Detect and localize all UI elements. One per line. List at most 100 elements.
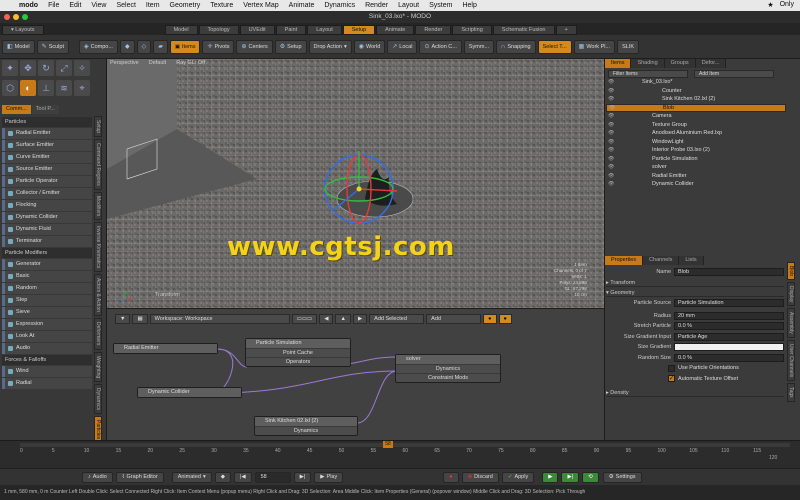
tab-model[interactable]: Model [164, 24, 198, 35]
item-list-row[interactable]: 👁 Camera [606, 112, 788, 121]
timeline[interactable]: 58 [0, 440, 800, 468]
vertical-tab[interactable]: Setup [94, 116, 102, 138]
node-port[interactable]: Point Cache [246, 348, 350, 357]
3d-viewport[interactable] [107, 59, 604, 308]
local-button[interactable]: ↗ Local [387, 39, 418, 54]
tab-paint[interactable]: Paint [275, 24, 307, 35]
menu-render[interactable]: Render [360, 2, 393, 9]
menu-animate[interactable]: Animate [284, 2, 320, 9]
gradient-input-dropdown[interactable]: Particle Age [674, 332, 784, 341]
item-list-row[interactable]: 👁 WindowLight [606, 138, 788, 147]
menu-select[interactable]: Select [111, 2, 140, 9]
transform-tool-icon[interactable]: ✧ [74, 60, 90, 76]
toolbox-item[interactable]: Collector / Emitter [2, 188, 92, 199]
node-particle-simulation[interactable]: Particle Simulation Point Cache Operator… [245, 338, 351, 367]
graph-editor-button[interactable]: ⌇ Graph Editor [115, 471, 164, 483]
toolbox-item[interactable]: Terminator [2, 236, 92, 247]
item-list-row[interactable]: 👁 Blob [606, 103, 786, 112]
setup-button[interactable]: ⚙ Setup [274, 39, 307, 54]
item-list-row[interactable]: 👁 solver [606, 163, 788, 172]
scale-tool-icon[interactable]: ⤢ [56, 60, 72, 76]
tab-layout[interactable]: Layout [307, 24, 342, 35]
layout-toggle[interactable]: ▭▭▭ [291, 313, 318, 324]
animated-dropdown[interactable]: Animated ▾ [171, 471, 212, 483]
action-center-button[interactable]: ⊙ Action C... [419, 39, 462, 54]
visibility-eye-icon[interactable]: 👁 [608, 78, 614, 87]
work-plane-button[interactable]: ▦ Work Pl... [573, 39, 616, 54]
toolbox-item[interactable]: Surface Emitter [2, 140, 92, 151]
visibility-eye-icon[interactable]: 👁 [608, 163, 614, 172]
name-field[interactable]: Blob [674, 268, 784, 276]
menu-view[interactable]: View [86, 2, 111, 9]
radius-field[interactable]: 20 mm [674, 311, 784, 320]
menu-dynamics[interactable]: Dynamics [319, 2, 360, 9]
toolbox-item[interactable]: Radial Emitter [2, 128, 92, 139]
record-button[interactable]: ● [443, 471, 459, 483]
workspace-dropdown[interactable]: Workspace: Workspace [149, 313, 290, 324]
stretch-field[interactable]: 0.0 % [674, 322, 784, 330]
vertical-tab[interactable]: Deformers [94, 318, 102, 350]
node-port[interactable]: Dynamics [396, 364, 500, 373]
visibility-eye-icon[interactable]: 👁 [608, 87, 614, 96]
group-transform[interactable]: ▸ Transform [606, 279, 784, 287]
sim-play-button[interactable]: ▶ [542, 471, 559, 483]
select-through-button[interactable]: Select T... [537, 39, 572, 54]
toolbox-section-header[interactable]: Forces & Falloffs [2, 355, 92, 365]
tab-items[interactable]: Items [605, 59, 632, 68]
model-mode-button[interactable]: ◧ Model [2, 39, 35, 54]
frame-field[interactable]: 58 [254, 471, 291, 483]
toolbox-item[interactable]: Particle Operator [2, 176, 92, 187]
visibility-eye-icon[interactable]: 👁 [608, 95, 614, 104]
menu-system[interactable]: System [424, 2, 457, 9]
view-type-dropdown[interactable]: Perspective [110, 60, 139, 68]
vertical-tab[interactable]: Actors & Action [94, 274, 102, 317]
world-button[interactable]: ◉ World [353, 39, 386, 54]
sim-reset-button[interactable]: ⟲ [582, 471, 599, 483]
rotate-tool-icon[interactable]: ↻ [38, 60, 54, 76]
item-list-row[interactable]: 👁 Particle Simulation [606, 155, 788, 164]
visibility-eye-icon[interactable]: 👁 [608, 180, 614, 189]
tab-uvedit[interactable]: UVEdit [239, 24, 275, 35]
menu-geometry[interactable]: Geometry [165, 2, 206, 9]
toolbox-item[interactable]: Wind [2, 366, 92, 377]
nav-next-icon[interactable]: ▶ [352, 313, 368, 324]
add-selected-button[interactable]: Add Selected [369, 313, 425, 324]
discard-button[interactable]: ⊗ Discard [461, 471, 499, 483]
node-sink-kitchen[interactable]: Sink Kitchen 02.lxl (2) Dynamics [254, 416, 358, 436]
move-tool-icon[interactable]: ✥ [20, 60, 36, 76]
orange-toggle-1[interactable]: ● [483, 313, 497, 324]
menu-help[interactable]: Help [457, 2, 481, 9]
tab-deformers[interactable]: Defor... [695, 59, 727, 68]
menu-vertex-map[interactable]: Vertex Map [238, 2, 283, 9]
item-list-row[interactable]: 👁 Sink Kitchen 02.lxl (2) [606, 95, 788, 104]
element-move-icon[interactable]: ⬡ [2, 80, 18, 96]
particle-source-dropdown[interactable]: Particle Simulation [674, 298, 784, 307]
item-list-row[interactable]: 👁 Sink_03.lxo* [606, 78, 788, 87]
vertical-tab[interactable]: Modifiers [94, 191, 102, 221]
timeline-track[interactable] [20, 443, 790, 447]
tab-properties[interactable]: Properties [605, 256, 644, 265]
properties-vertical-tab[interactable]: Display [787, 282, 795, 307]
snap-tool-icon[interactable]: ⌖ [74, 80, 90, 96]
toolbox-item[interactable]: Step [2, 295, 92, 306]
sculpt-mode-button[interactable]: ✎ Sculpt [36, 39, 69, 54]
size-gradient-swatch[interactable] [674, 343, 784, 351]
play-button[interactable]: ▶ Play [314, 471, 344, 483]
tab-shading[interactable]: Shading [631, 59, 665, 68]
vertical-tab[interactable]: Weighting [94, 351, 102, 382]
drop-action-button[interactable]: Drop Action ▾ [308, 39, 352, 54]
polygons-button[interactable]: ▰ [153, 39, 168, 54]
tab-groups[interactable]: Groups [664, 59, 696, 68]
menu-item[interactable]: Item [141, 2, 165, 9]
raygl-toggle[interactable]: Ray GL: Off [176, 60, 205, 68]
item-list-row[interactable]: 👁 Counter [606, 87, 788, 96]
skip-end-button[interactable]: ▶| [293, 471, 312, 483]
menu-file[interactable]: File [43, 2, 64, 9]
toolbox-item[interactable]: Dynamic Collider [2, 212, 92, 223]
visibility-eye-icon[interactable]: 👁 [608, 138, 614, 147]
toolbox-section-header[interactable]: Particles [2, 117, 92, 127]
vertices-button[interactable]: ◆ [119, 39, 135, 54]
edges-button[interactable]: ◇ [136, 39, 152, 54]
apply-button[interactable]: ✓ Apply [501, 471, 535, 483]
item-list-row[interactable]: 👁 Anodised Aluminium Red.lxp [606, 129, 788, 138]
